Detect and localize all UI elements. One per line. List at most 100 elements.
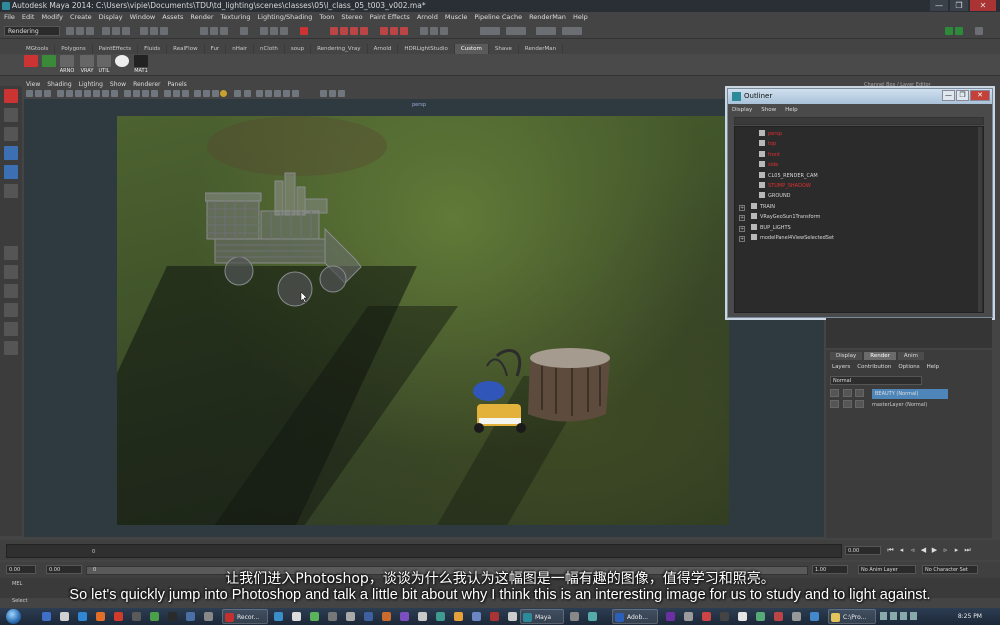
taskbar-app[interactable] [202,609,216,624]
render-view-icon[interactable] [300,27,308,35]
outliner-menu-help[interactable]: Help [785,107,798,113]
minimize-button[interactable]: — [930,0,948,11]
shelf-tab-mgtools[interactable]: MGtools [20,44,56,54]
tray-icon[interactable] [890,612,897,620]
wireframe-on-shaded-icon[interactable] [142,90,149,97]
panel-menu-shading[interactable]: Shading [47,80,71,89]
train-model[interactable] [205,171,365,321]
open-scene-icon[interactable] [76,27,84,35]
shader-icon[interactable] [380,27,388,35]
taskbar-maya[interactable]: Maya [520,609,564,624]
layer-row-master[interactable]: masterLayer (Normal) [830,400,988,410]
menuset-select[interactable]: Rendering [4,26,60,36]
shelf-item-vray[interactable]: VRAY [78,55,96,75]
taskbar-app[interactable] [184,609,198,624]
channel-box-toggle-icon[interactable] [975,27,983,35]
sphere-icon[interactable] [283,90,290,97]
go-to-start-icon[interactable]: ⏮ [886,546,895,555]
screen-space-ao-icon[interactable] [182,90,189,97]
menu-renderman[interactable]: RenderMan [529,12,566,23]
shelf-item-mat1[interactable]: MAT1 [132,55,150,75]
outliner-titlebar[interactable]: Outliner — ❐ ✕ [728,89,992,104]
shelf-item-clock[interactable] [114,55,130,75]
panel-menu-lighting[interactable]: Lighting [79,80,103,89]
render-layer-icon[interactable] [340,27,348,35]
time-slider[interactable]: 0 [6,544,842,558]
xray-joints-icon[interactable] [212,90,219,97]
menu-create[interactable]: Create [70,12,92,23]
grid-icon[interactable] [57,90,64,97]
taskbar-app[interactable] [326,609,340,624]
outliner-list[interactable]: persp top front side CL05_RENDER_CAM STUMP_SH… [734,126,984,313]
taskbar-app[interactable] [398,609,412,624]
menu-file[interactable]: File [4,12,15,23]
snap-grid-icon[interactable] [200,27,208,35]
wireframe-icon[interactable] [124,90,131,97]
film-gate-icon[interactable] [66,90,73,97]
history-icon[interactable] [240,27,248,35]
hypershade-icon[interactable] [330,27,338,35]
outliner-item[interactable]: GROUND [759,191,791,201]
shader-icon[interactable] [400,27,408,35]
menu-paint-effects[interactable]: Paint Effects [370,12,410,23]
taskbar-app[interactable] [148,609,162,624]
scale-tool-icon[interactable] [4,184,18,198]
hud-icon[interactable] [244,90,251,97]
paint-select-icon[interactable] [4,127,18,141]
lasso-tool-icon[interactable] [4,108,18,122]
shelf-tab-fur[interactable]: Fur [205,44,227,54]
layer-render-toggle[interactable] [842,389,852,397]
mask-icon[interactable] [150,27,158,35]
layer-row-beauty[interactable]: BEAUTY (Normal) [830,389,988,399]
go-to-end-icon[interactable]: ⏭ [963,546,972,555]
safe-action-icon[interactable] [102,90,109,97]
current-frame-field[interactable]: 0.00 [845,546,881,555]
outliner-item[interactable]: + VRayGeoSun1Transform [739,212,820,222]
menu-toon[interactable]: Toon [319,12,334,23]
layer-visibility-toggle[interactable] [830,400,839,408]
layer-menu-help[interactable]: Help [927,364,940,370]
outliner-item[interactable]: top [759,139,776,149]
play-forward-icon[interactable]: ▶ [930,546,939,555]
image-plane-icon[interactable] [44,90,51,97]
menu-help[interactable]: Help [573,12,588,23]
taskbar-app[interactable] [718,609,732,624]
taskbar-app[interactable] [94,609,108,624]
taskbar-adobe[interactable]: Adob... [612,609,658,624]
snap-point-icon[interactable] [220,27,228,35]
sphere-icon[interactable] [292,90,299,97]
gate-mask-icon[interactable] [84,90,91,97]
layout-graph-icon[interactable] [4,322,18,336]
taskbar-app[interactable] [506,609,520,624]
menu-display[interactable]: Display [99,12,123,23]
panel-menu-panels[interactable]: Panels [167,80,186,89]
taskbar-app[interactable] [700,609,714,624]
shelf-tab-arnold[interactable]: Arnold [368,44,399,54]
minimize-button[interactable]: — [942,90,955,101]
view-icon[interactable] [338,90,345,97]
taskbar-app[interactable] [470,609,484,624]
input-field-icon[interactable] [480,27,500,35]
menu-modify[interactable]: Modify [41,12,63,23]
field-chart-icon[interactable] [93,90,100,97]
taskbar-app[interactable] [586,609,600,624]
expand-toggle-icon[interactable]: + [739,215,745,222]
taskbar-app[interactable] [290,609,304,624]
prev-key-icon[interactable]: ◃ [908,546,917,555]
tab-anim[interactable]: Anim [897,352,925,360]
taskbar-app[interactable] [362,609,376,624]
select-hierarchy-icon[interactable] [102,27,110,35]
shelf-tab-custom[interactable]: Custom [454,44,489,54]
move-tool-icon[interactable] [4,146,18,160]
tool-settings-toggle-icon[interactable] [955,27,963,35]
view-icon[interactable] [329,90,336,97]
outliner-item[interactable]: persp [759,129,782,139]
taskbar-app[interactable] [272,609,286,624]
tab-render[interactable]: Render [864,352,896,360]
menu-window[interactable]: Window [130,12,156,23]
shelf-item-arnold[interactable]: ARNO [58,55,76,75]
maximize-button[interactable]: ❐ [956,90,969,101]
shadows-icon[interactable] [173,90,180,97]
taskbar-app[interactable] [40,609,54,624]
layout-hypershade-icon[interactable] [4,341,18,355]
